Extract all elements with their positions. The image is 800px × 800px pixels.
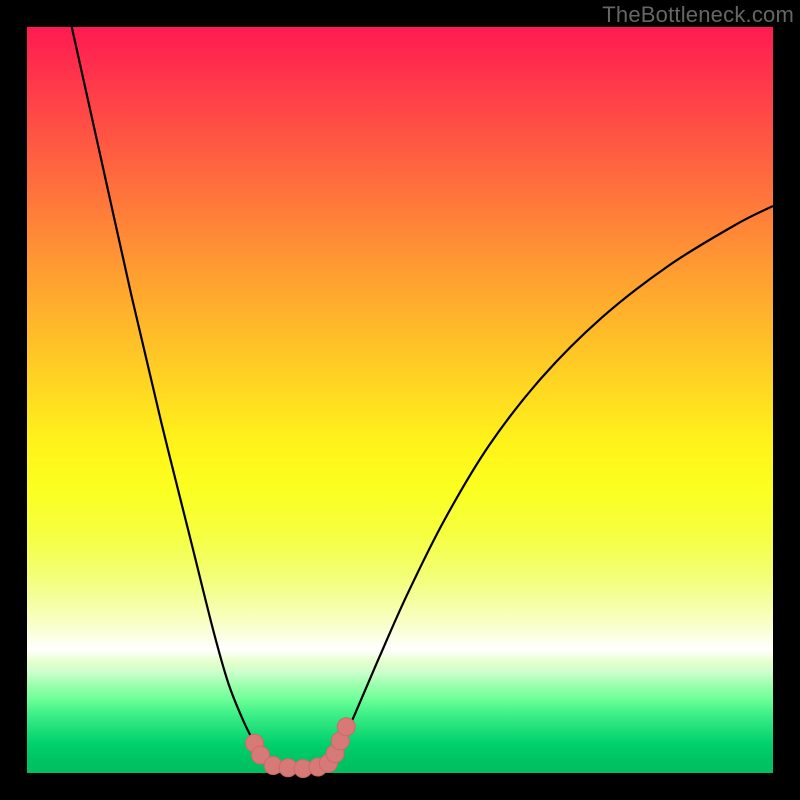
outer-frame: TheBottleneck.com xyxy=(0,0,800,800)
curve-right-branch xyxy=(325,206,773,766)
valley-marker xyxy=(337,718,355,736)
watermark-text: TheBottleneck.com xyxy=(602,2,794,28)
curve-layer xyxy=(27,27,773,773)
curve-left-branch xyxy=(72,27,276,766)
valley-markers xyxy=(246,718,356,778)
